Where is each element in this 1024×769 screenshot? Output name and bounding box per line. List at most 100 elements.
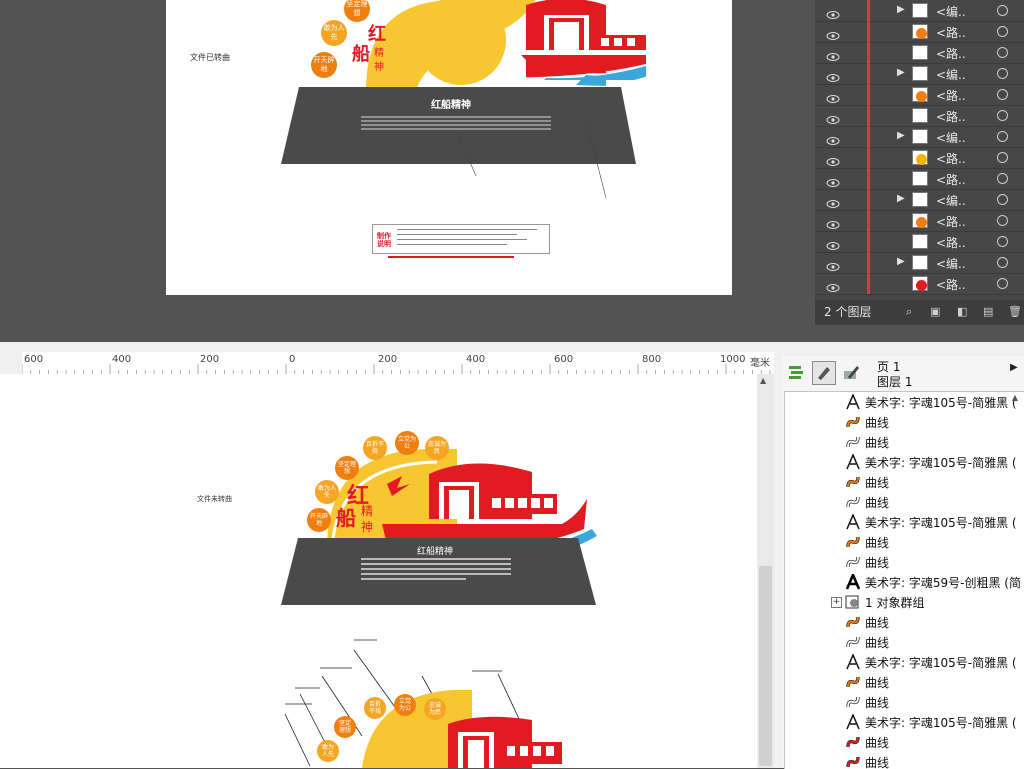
expand-triangle-icon[interactable]: ▶ <box>897 67 905 78</box>
visibility-eye-icon[interactable] <box>826 152 840 166</box>
object-row[interactable]: 美术字: 字魂105号-简雅黑 ( <box>785 512 1024 532</box>
target-circle-icon[interactable] <box>997 236 1008 247</box>
object-row[interactable]: 美术字: 字魂105号-简雅黑 ( <box>785 392 1024 412</box>
target-circle-icon[interactable] <box>997 257 1008 268</box>
layer-row[interactable]: <路.. <box>815 168 1024 190</box>
trash-icon[interactable]: 🗑 <box>1008 305 1022 318</box>
layer-row[interactable]: <路.. <box>815 105 1024 127</box>
object-row[interactable]: 曲线 <box>785 432 1024 452</box>
layer-row[interactable]: <路.. <box>815 84 1024 106</box>
layer-row[interactable]: ▶ <编.. <box>815 0 1024 22</box>
layer-row[interactable]: ▶ <编.. <box>815 126 1024 148</box>
target-circle-icon[interactable] <box>997 215 1008 226</box>
layer-name[interactable]: <路.. <box>936 276 966 293</box>
object-row[interactable]: 曲线 <box>785 692 1024 712</box>
layer-name[interactable]: <路.. <box>936 150 966 167</box>
layer-manager-icon[interactable] <box>787 363 805 381</box>
expand-triangle-icon[interactable]: ▶ <box>897 256 905 267</box>
list-scroll-up-icon[interactable]: ▲ <box>1008 393 1022 407</box>
target-circle-icon[interactable] <box>997 68 1008 79</box>
scroll-up-icon[interactable]: ▲ <box>760 376 766 385</box>
layer-name[interactable]: <路.. <box>936 45 966 62</box>
layer-label[interactable]: 图层 1 <box>877 373 912 390</box>
layer-name[interactable]: <编.. <box>936 3 966 20</box>
visibility-eye-icon[interactable] <box>826 5 840 19</box>
layer-name[interactable]: <编.. <box>936 255 966 272</box>
visibility-eye-icon[interactable] <box>826 26 840 40</box>
target-circle-icon[interactable] <box>997 5 1008 16</box>
visibility-eye-icon[interactable] <box>826 89 840 103</box>
layer-name[interactable]: <编.. <box>936 66 966 83</box>
layer-row[interactable]: <路.. <box>815 210 1024 232</box>
visibility-eye-icon[interactable] <box>826 47 840 61</box>
object-row[interactable]: 曲线 <box>785 752 1024 769</box>
object-row[interactable]: 曲线 <box>785 472 1024 492</box>
object-row[interactable]: 曲线 <box>785 552 1024 572</box>
visibility-eye-icon[interactable] <box>826 194 840 208</box>
edit-across-layers-icon[interactable] <box>842 363 860 381</box>
object-row[interactable]: +1 对象群组 <box>785 592 1024 612</box>
visibility-eye-icon[interactable] <box>826 257 840 271</box>
layer-row[interactable]: <路.. <box>815 42 1024 64</box>
show-properties-icon[interactable] <box>812 361 836 385</box>
new-layer-icon[interactable]: ▤ <box>983 305 993 318</box>
object-list[interactable]: 美术字: 字魂105号-简雅黑 (曲线 曲线 美术字: 字魂105号-简雅黑 (曲线… <box>784 391 1024 769</box>
layer-row[interactable]: <路.. <box>815 147 1024 169</box>
target-circle-icon[interactable] <box>997 152 1008 163</box>
layer-name[interactable]: <路.. <box>936 108 966 125</box>
object-row[interactable]: 美术字: 字魂105号-简雅黑 ( <box>785 712 1024 732</box>
target-circle-icon[interactable] <box>997 194 1008 205</box>
visibility-eye-icon[interactable] <box>826 215 840 229</box>
layer-name[interactable]: <路.. <box>936 24 966 41</box>
layer-name[interactable]: <编.. <box>936 192 966 209</box>
layer-name[interactable]: <编.. <box>936 129 966 146</box>
layer-row[interactable]: <路.. <box>815 231 1024 253</box>
target-circle-icon[interactable] <box>997 89 1008 100</box>
layer-row[interactable]: <路.. <box>815 21 1024 43</box>
locate-object-icon[interactable]: ▣ <box>930 305 940 318</box>
object-row[interactable]: 曲线 <box>785 532 1024 552</box>
target-circle-icon[interactable] <box>997 131 1008 142</box>
target-circle-icon[interactable] <box>997 26 1008 37</box>
expand-plus-icon[interactable]: + <box>831 597 842 608</box>
layer-name[interactable]: <路.. <box>936 87 966 104</box>
layer-row[interactable]: ▶ <编.. <box>815 63 1024 85</box>
visibility-eye-icon[interactable] <box>826 236 840 250</box>
layer-name[interactable]: <路.. <box>936 171 966 188</box>
object-row[interactable]: 曲线 <box>785 612 1024 632</box>
target-circle-icon[interactable] <box>997 110 1008 121</box>
visibility-eye-icon[interactable] <box>826 278 840 292</box>
layer-row[interactable]: <路.. <box>815 273 1024 295</box>
expand-triangle-icon[interactable]: ▶ <box>897 193 905 204</box>
vertical-scroll-thumb[interactable] <box>759 566 772 766</box>
visibility-eye-icon[interactable] <box>826 131 840 145</box>
horizontal-ruler[interactable]: 600 400 200 0 200 400 600 800 1000 <box>22 352 774 375</box>
layer-row[interactable]: ▶ <编.. <box>815 252 1024 274</box>
expand-triangle-icon[interactable]: ▶ <box>897 130 905 141</box>
object-row[interactable]: 曲线 <box>785 412 1024 432</box>
layers-panel[interactable]: ▶ <编.. <路.. <路.. ▶ <编.. <路.. <路.. ▶ <编.. <路.. <路.. ▶… <box>815 0 1024 325</box>
search-icon[interactable]: ⌕ <box>906 305 912 319</box>
target-circle-icon[interactable] <box>997 173 1008 184</box>
visibility-eye-icon[interactable] <box>826 173 840 187</box>
layer-name[interactable]: <路.. <box>936 213 966 230</box>
visibility-eye-icon[interactable] <box>826 110 840 124</box>
object-row[interactable]: 曲线 <box>785 672 1024 692</box>
object-row[interactable]: 曲线 <box>785 732 1024 752</box>
target-circle-icon[interactable] <box>997 278 1008 289</box>
expand-triangle-icon[interactable]: ▶ <box>897 4 905 15</box>
panel-menu-arrow-icon[interactable]: ▶ <box>1010 362 1018 373</box>
object-row[interactable]: 美术字: 字魂105号-简雅黑 ( <box>785 652 1024 672</box>
top-artboard[interactable]: 文件已转曲 坚定理想 敢为人先 开天辟地 红 船 精 神 红船精神 制作说明 <box>166 0 732 295</box>
make-clip-mask-icon[interactable]: ◧ <box>957 305 967 318</box>
document-canvas[interactable]: 文件未转曲 开天辟地 敢为人先 坚定理想 百折不挠 立党为公 忠诚为民 红 船 精 神 <box>22 374 757 768</box>
object-row[interactable]: 美术字: 字魂59号-创粗黑 (简 <box>785 571 1024 592</box>
target-circle-icon[interactable] <box>997 47 1008 58</box>
object-row[interactable]: 曲线 <box>785 632 1024 652</box>
object-row[interactable]: 美术字: 字魂105号-简雅黑 ( <box>785 452 1024 472</box>
layer-row[interactable]: ▶ <编.. <box>815 189 1024 211</box>
object-row[interactable]: 曲线 <box>785 492 1024 512</box>
vertical-ruler[interactable] <box>0 374 23 768</box>
visibility-eye-icon[interactable] <box>826 68 840 82</box>
layer-name[interactable]: <路.. <box>936 234 966 251</box>
